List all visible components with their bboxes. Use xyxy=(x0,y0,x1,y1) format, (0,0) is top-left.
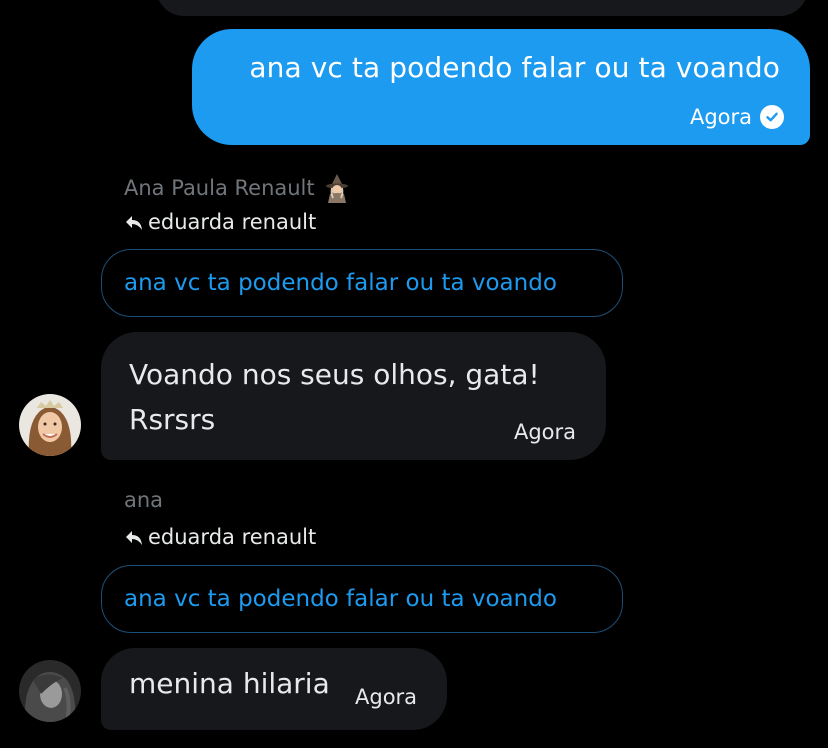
received-message-bubble[interactable]: menina hilaria Agora xyxy=(101,648,447,730)
sent-message-meta: Agora xyxy=(690,105,784,129)
previous-message-bubble[interactable] xyxy=(156,0,808,16)
received-message-time: Agora xyxy=(355,685,418,709)
reply-to-indicator: eduarda renault xyxy=(124,210,316,234)
avatar[interactable] xyxy=(19,394,81,456)
sent-message-text: ana vc ta podendo falar ou ta voando xyxy=(249,51,780,84)
reply-arrow-icon xyxy=(124,528,144,546)
reply-to-name: eduarda renault xyxy=(148,210,317,234)
dm-conversation: ana vc ta podendo falar ou ta voando Ago… xyxy=(0,0,828,748)
sent-message-bubble[interactable]: ana vc ta podendo falar ou ta voando Ago… xyxy=(192,29,810,145)
received-message-time: Agora xyxy=(513,420,576,444)
avatar[interactable] xyxy=(19,660,81,722)
check-circle-icon xyxy=(760,105,784,129)
sender-name: ana xyxy=(124,488,163,512)
quoted-message[interactable]: ana vc ta podendo falar ou ta voando xyxy=(101,249,623,317)
quoted-message[interactable]: ana vc ta podendo falar ou ta voando xyxy=(101,565,623,633)
reply-to-name: eduarda renault xyxy=(148,525,317,549)
received-message-bubble[interactable]: Voando nos seus olhos, gata! Rsrsrs Agor… xyxy=(101,332,606,460)
witch-emoji-icon xyxy=(321,172,353,204)
sender-name: Ana Paula Renault xyxy=(124,172,353,204)
received-message-text: menina hilaria xyxy=(129,667,330,700)
sender-name-text: Ana Paula Renault xyxy=(124,176,315,200)
reply-to-indicator: eduarda renault xyxy=(124,525,316,549)
reply-arrow-icon xyxy=(124,213,144,231)
sent-message-time: Agora xyxy=(689,105,752,129)
sender-name-text: ana xyxy=(124,488,164,512)
received-message-line2: Rsrsrs xyxy=(129,403,216,436)
received-message-line1: Voando nos seus olhos, gata! xyxy=(129,358,540,391)
